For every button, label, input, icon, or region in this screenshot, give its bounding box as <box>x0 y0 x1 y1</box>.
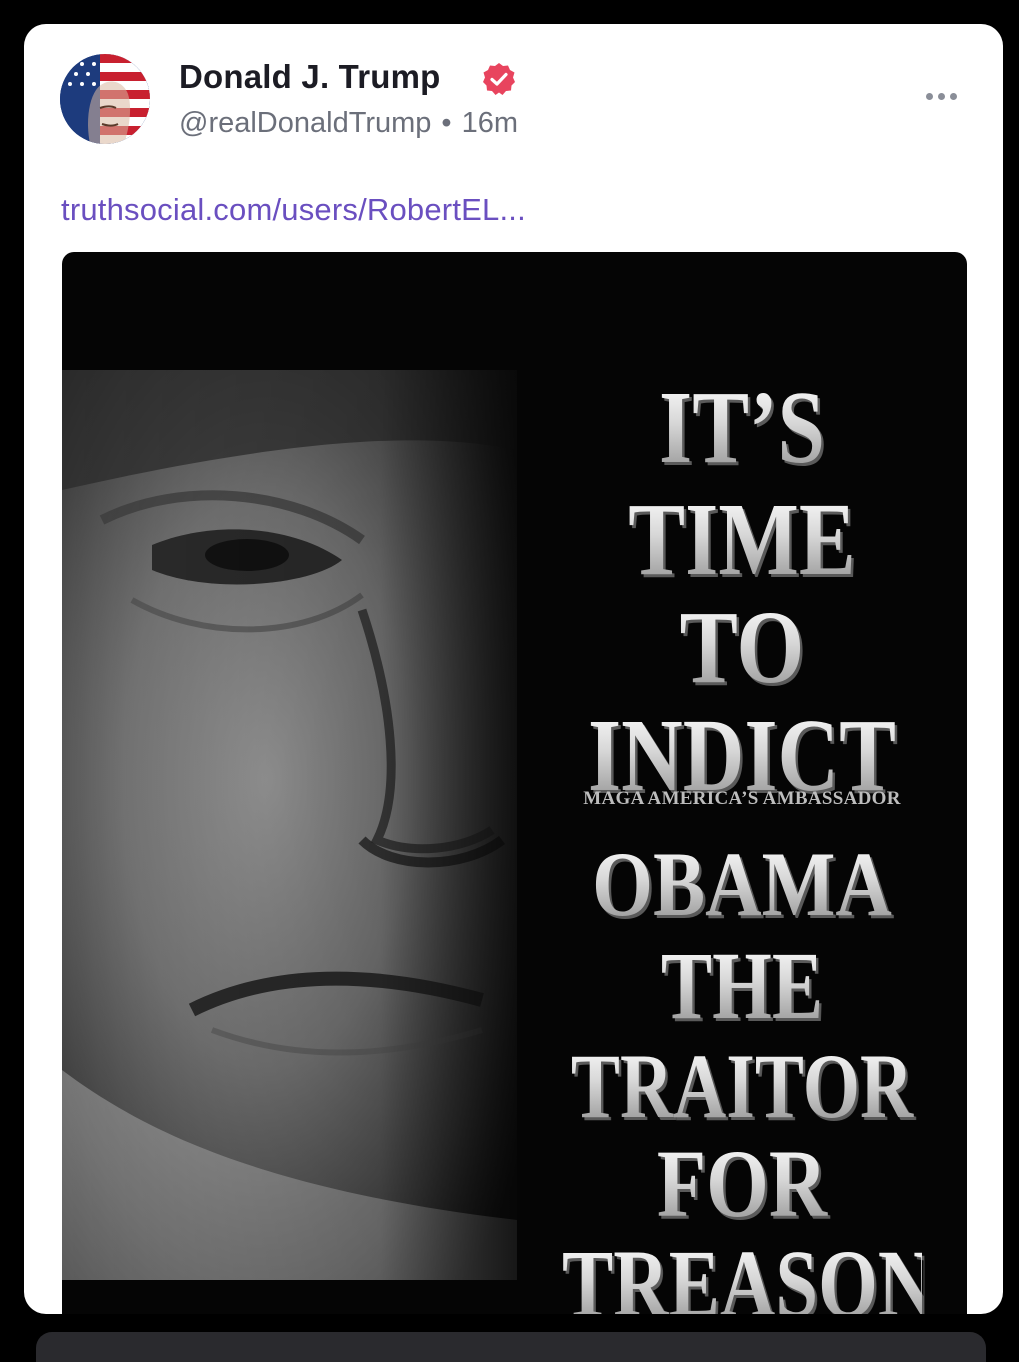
more-horizontal-icon-dot <box>949 92 957 100</box>
headline-line: TREASON <box>562 1236 933 1315</box>
more-options-button[interactable] <box>919 86 963 106</box>
headline-line: THE <box>562 938 922 1034</box>
headline-line: TIME <box>558 488 927 592</box>
avatar-flag-face-image <box>60 54 150 144</box>
image-headline: IT’S TIME TO INDICT MAGA AMERICA’S AMBAS… <box>517 370 967 1315</box>
post-link[interactable]: truthsocial.com/users/RobertEL... <box>61 192 526 228</box>
portrait-photo-image <box>62 370 517 1280</box>
headline-line: FOR <box>553 1136 931 1232</box>
image-tagline: MAGA AMERICA’S AMBASSADOR <box>583 788 901 809</box>
more-horizontal-icon-dot <box>937 92 945 100</box>
headline-line: TO <box>553 596 931 700</box>
more-horizontal-icon-dot <box>925 92 933 100</box>
meta-separator: • <box>441 107 452 139</box>
author-name[interactable]: Donald J. Trump <box>179 58 441 96</box>
post-timestamp[interactable]: 16m <box>462 107 518 139</box>
post-card[interactable]: Donald J. Trump @realDonaldTrump • 16m tru… <box>24 24 1003 1314</box>
author-meta: @realDonaldTrump • 16m <box>179 107 518 140</box>
post-image[interactable]: IT’S TIME TO INDICT MAGA AMERICA’S AMBAS… <box>62 252 967 1314</box>
author-handle[interactable]: @realDonaldTrump <box>179 107 431 139</box>
avatar[interactable] <box>60 54 150 144</box>
headline-line: OBAMA <box>551 838 934 930</box>
verified-badge-icon <box>483 63 515 95</box>
next-card-edge <box>36 1332 986 1362</box>
headline-line: TRAITOR <box>562 1040 922 1132</box>
headline-line: IT’S <box>558 376 927 480</box>
